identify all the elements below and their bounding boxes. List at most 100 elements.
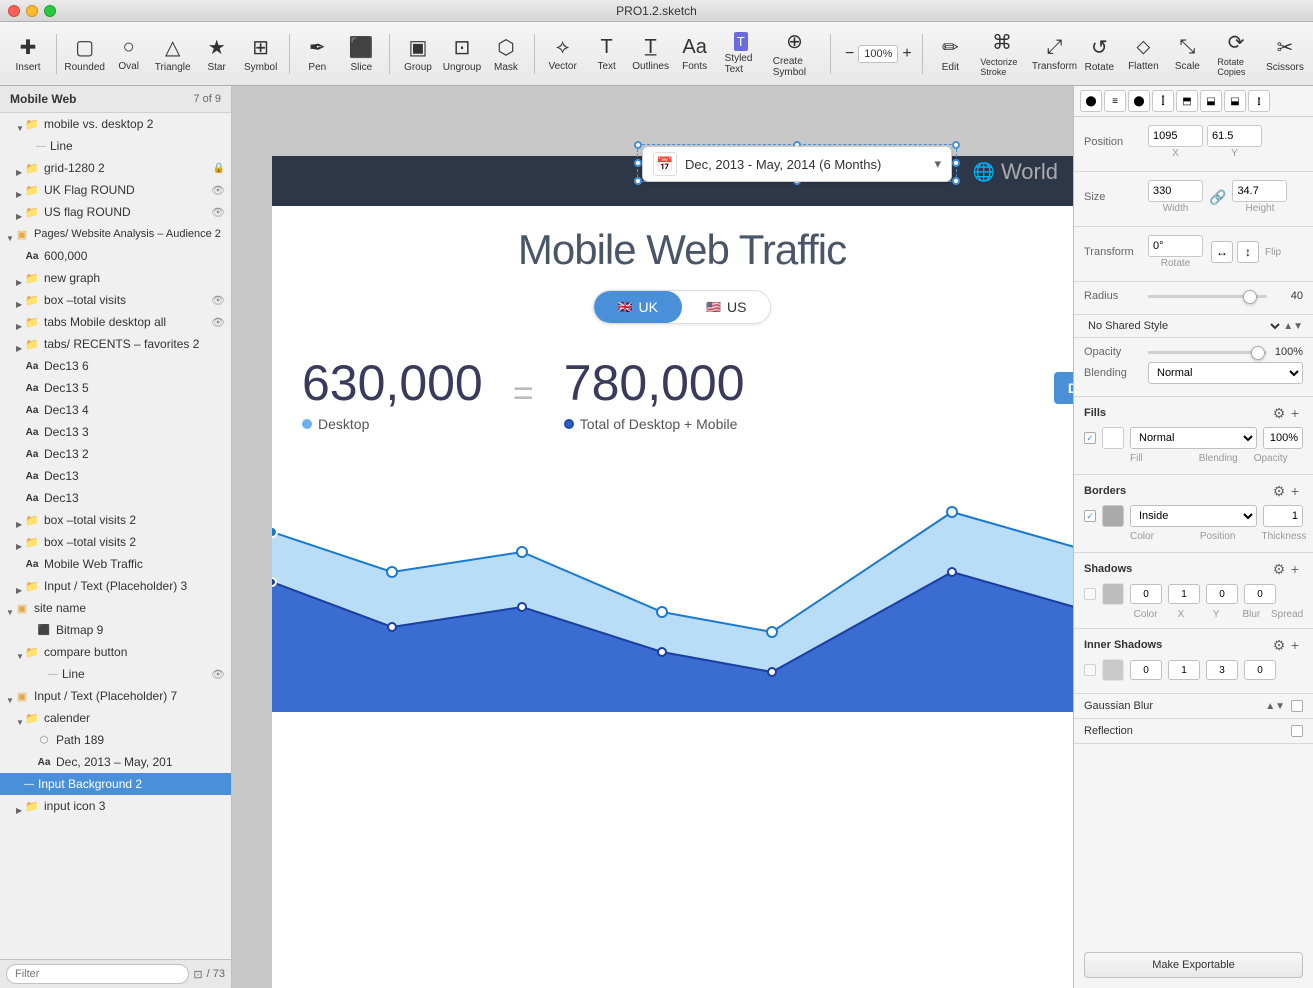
canvas-area[interactable]: 📅 Dec, 2013 - May, 2014 (6 Months) ▾ 🌐 W…: [232, 86, 1073, 988]
insert-tool[interactable]: ✚ Insert: [8, 28, 48, 80]
blending-select[interactable]: Normal: [1148, 362, 1303, 384]
rotate-input[interactable]: [1148, 235, 1203, 257]
sidebar-item-dec13-3[interactable]: Aa Dec13 3: [0, 421, 231, 443]
radius-slider-thumb[interactable]: [1243, 290, 1257, 304]
inner-shadow-color-swatch[interactable]: [1102, 659, 1124, 681]
border-checkbox[interactable]: [1084, 510, 1096, 522]
fonts-tool[interactable]: Aa Fonts: [675, 28, 715, 80]
sidebar-item-input-icon-3[interactable]: 📁 input icon 3: [0, 795, 231, 817]
distribute-h-button[interactable]: ⫿: [1152, 90, 1174, 112]
align-left-button[interactable]: ⬤: [1080, 90, 1102, 112]
styled-text-tool[interactable]: T Styled Text: [719, 28, 763, 80]
inner-shadows-add-button[interactable]: +: [1287, 637, 1303, 653]
inner-shadow-spread-input[interactable]: [1244, 660, 1276, 680]
sidebar-item-600000[interactable]: Aa 600,000: [0, 245, 231, 267]
sidebar-item-line-1[interactable]: — Line: [0, 135, 231, 157]
height-input[interactable]: [1232, 180, 1287, 202]
sidebar-item-line-2[interactable]: — Line 👁: [0, 663, 231, 685]
fill-color-swatch[interactable]: [1102, 427, 1124, 449]
make-exportable-button[interactable]: Make Exportable: [1084, 952, 1303, 978]
align-bottom-button[interactable]: ⬓: [1224, 90, 1246, 112]
shadows-settings-button[interactable]: ⚙: [1271, 561, 1287, 577]
sidebar-item-tabs-mobile[interactable]: 📁 tabs Mobile desktop all 👁: [0, 311, 231, 333]
mask-tool[interactable]: ⬡ Mask: [486, 28, 526, 80]
rounded-tool[interactable]: ▢ Rounded: [65, 28, 105, 80]
shadow-blur-input[interactable]: [1206, 584, 1238, 604]
sidebar-item-path-189[interactable]: ⬡ Path 189: [0, 729, 231, 751]
distribute-v-button[interactable]: ⫾: [1248, 90, 1270, 112]
sidebar-item-dec13-6[interactable]: Aa Dec13 6: [0, 355, 231, 377]
sidebar-item-box-total-2[interactable]: 📁 box –total visits 2: [0, 509, 231, 531]
reflection-checkbox[interactable]: [1291, 725, 1303, 737]
align-right-button[interactable]: ⬤: [1128, 90, 1150, 112]
d-button[interactable]: D: [1054, 372, 1073, 404]
uk-option[interactable]: 🇬🇧 UK: [594, 291, 682, 323]
shadow-checkbox[interactable]: [1084, 588, 1096, 600]
sidebar-item-new-graph[interactable]: 📁 new graph: [0, 267, 231, 289]
star-tool[interactable]: ★ Star: [197, 28, 237, 80]
close-button[interactable]: [8, 5, 20, 17]
sidebar-item-dec13-b[interactable]: Aa Dec13: [0, 487, 231, 509]
sidebar-item-input-bg-2[interactable]: — Input Background 2: [0, 773, 231, 795]
zoom-plus-button[interactable]: +: [900, 43, 913, 65]
us-option[interactable]: 🇺🇸 US: [682, 291, 770, 323]
maximize-button[interactable]: [44, 5, 56, 17]
sidebar-item-dec-may[interactable]: Aa Dec, 2013 – May, 201: [0, 751, 231, 773]
minimize-button[interactable]: [26, 5, 38, 17]
slice-tool[interactable]: ⬛ Slice: [341, 28, 381, 80]
flip-h-button[interactable]: ↔: [1211, 241, 1233, 263]
transform-tool[interactable]: ⤢ Transform: [1034, 28, 1076, 80]
sidebar-item-dec13-4[interactable]: Aa Dec13 4: [0, 399, 231, 421]
country-toggle[interactable]: 🇬🇧 UK 🇺🇸 US: [593, 290, 772, 324]
inner-shadow-x-input[interactable]: [1130, 660, 1162, 680]
sidebar-item-dec13-2[interactable]: Aa Dec13 2: [0, 443, 231, 465]
flatten-tool[interactable]: ⬦ Flatten: [1123, 28, 1163, 80]
flip-v-button[interactable]: ↕: [1237, 241, 1259, 263]
sidebar-item-grid-1280[interactable]: 📁 grid-1280 2 🔒: [0, 157, 231, 179]
sidebar-item-input-text-3[interactable]: 📁 Input / Text (Placeholder) 3: [0, 575, 231, 597]
fills-add-button[interactable]: +: [1287, 405, 1303, 421]
opacity-slider[interactable]: [1148, 351, 1267, 354]
symbol-tool[interactable]: ⊞ Symbol: [241, 28, 281, 80]
sidebar-item-us-flag[interactable]: 📁 US flag ROUND 👁: [0, 201, 231, 223]
zoom-minus-button[interactable]: −: [843, 43, 856, 65]
shadow-spread-input[interactable]: [1244, 584, 1276, 604]
sidebar-item-calender[interactable]: 📁 calender: [0, 707, 231, 729]
x-input[interactable]: [1148, 125, 1203, 147]
triangle-tool[interactable]: △ Triangle: [153, 28, 193, 80]
sidebar-item-compare-button[interactable]: 📁 compare button: [0, 641, 231, 663]
sidebar-item-box-total[interactable]: 📁 box –total visits 👁: [0, 289, 231, 311]
sidebar-item-dec13-5[interactable]: Aa Dec13 5: [0, 377, 231, 399]
y-input[interactable]: [1207, 125, 1262, 147]
layer-page-icons[interactable]: ⊡: [193, 968, 202, 981]
border-position-select[interactable]: Inside: [1130, 505, 1257, 527]
fill-opacity-input[interactable]: [1263, 427, 1303, 449]
sidebar-item-pages-analysis[interactable]: ▣ Pages/ Website Analysis – Audience 2: [0, 223, 231, 245]
edit-tool[interactable]: ✏ Edit: [930, 28, 970, 80]
sidebar-item-input-text-7[interactable]: ▣ Input / Text (Placeholder) 7: [0, 685, 231, 707]
align-top-button[interactable]: ⬒: [1176, 90, 1198, 112]
outlines-tool[interactable]: T̲ Outlines: [631, 28, 671, 80]
fill-checkbox[interactable]: [1084, 432, 1096, 444]
sidebar-item-site-name[interactable]: ▣ site name: [0, 597, 231, 619]
pen-tool[interactable]: ✒ Pen: [297, 28, 337, 80]
borders-add-button[interactable]: +: [1287, 483, 1303, 499]
search-input[interactable]: [6, 964, 189, 984]
sidebar-item-dec13-a[interactable]: Aa Dec13: [0, 465, 231, 487]
ungroup-tool[interactable]: ⊡ Ungroup: [442, 28, 482, 80]
shadow-color-swatch[interactable]: [1102, 583, 1124, 605]
inner-shadow-blur-input[interactable]: [1206, 660, 1238, 680]
border-color-swatch[interactable]: [1102, 505, 1124, 527]
group-tool[interactable]: ▣ Group: [398, 28, 438, 80]
align-middle-button[interactable]: ⬓: [1200, 90, 1222, 112]
sidebar-item-box-total-3[interactable]: 📁 box –total visits 2: [0, 531, 231, 553]
inner-shadows-settings-button[interactable]: ⚙: [1271, 637, 1287, 653]
sidebar-item-uk-flag[interactable]: 📁 UK Flag ROUND 👁: [0, 179, 231, 201]
shadow-x-input[interactable]: [1130, 584, 1162, 604]
oval-tool[interactable]: ○ Oval: [109, 28, 149, 80]
gaussian-blur-checkbox[interactable]: [1291, 700, 1303, 712]
shadows-add-button[interactable]: +: [1287, 561, 1303, 577]
sidebar-item-mobile-web-traffic[interactable]: Aa Mobile Web Traffic: [0, 553, 231, 575]
text-tool[interactable]: T Text: [587, 28, 627, 80]
shared-style-select[interactable]: No Shared Style: [1084, 319, 1283, 333]
